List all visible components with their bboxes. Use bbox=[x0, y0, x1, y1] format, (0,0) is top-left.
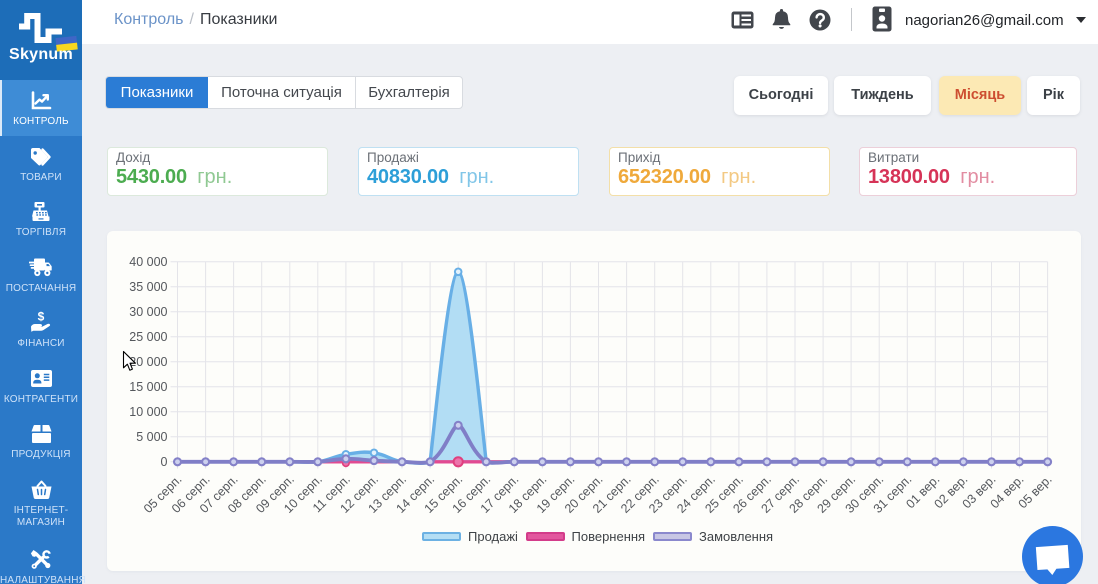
svg-text:$: $ bbox=[38, 311, 45, 324]
